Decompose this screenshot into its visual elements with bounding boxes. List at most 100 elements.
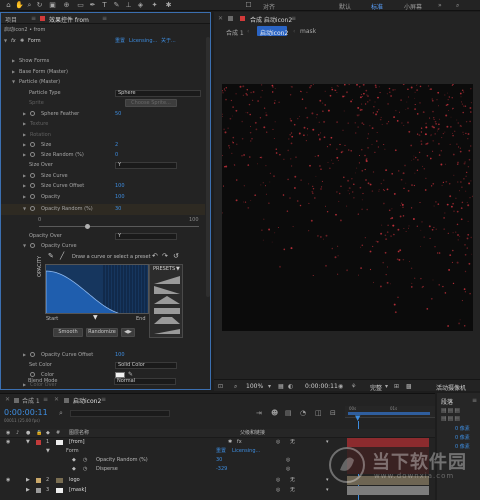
row-opacity-curve[interactable]: ▼ Opacity Curve: [1, 242, 205, 250]
camera-dropdown[interactable]: 活动摄像机: [436, 383, 466, 392]
licensing-link[interactable]: Licensing...: [129, 37, 157, 45]
collapse-triangle-icon[interactable]: ▼: [4, 37, 7, 45]
fx-switch-icon[interactable]: ✱: [228, 438, 232, 447]
parent-value[interactable]: 无: [290, 438, 295, 447]
fx-icon[interactable]: fx: [11, 37, 16, 45]
curve-svg[interactable]: [46, 265, 149, 314]
eye-icon[interactable]: ◉: [6, 438, 10, 447]
tab-effect-controls[interactable]: 效果控件 from: [49, 15, 89, 24]
roi-icon[interactable]: ⊞: [394, 383, 399, 390]
timeline-timecode[interactable]: 0:00:00:11: [4, 408, 48, 417]
rectangle-tool-icon[interactable]: ▭: [76, 1, 85, 10]
blend-mode-dropdown[interactable]: Normal: [114, 378, 176, 385]
timeline-search-input[interactable]: [70, 410, 170, 417]
group-particle-master[interactable]: ▼ Particle (Master): [1, 78, 205, 86]
keyframe-nav-icon[interactable]: ◆: [72, 456, 76, 465]
opacity-random-slider[interactable]: 0 100: [1, 216, 205, 224]
flip-curve-button[interactable]: ◀▶: [121, 328, 135, 337]
layer-color-label[interactable]: [36, 478, 41, 483]
tab-comp1[interactable]: 合成 1: [226, 28, 244, 37]
comp-flowchart-icon[interactable]: ⇥: [256, 409, 262, 417]
composition-viewer[interactable]: [222, 84, 473, 331]
reset-link[interactable]: 重置: [115, 37, 125, 45]
opacity-over-dropdown[interactable]: Y: [115, 233, 177, 240]
layer-bar[interactable]: [347, 486, 429, 495]
rotate-tool-icon[interactable]: ↻: [35, 1, 44, 10]
stopwatch-icon[interactable]: [30, 194, 35, 199]
effect-licensing-link[interactable]: Licensing...: [232, 447, 260, 456]
pan-behind-icon[interactable]: ⊕: [62, 1, 71, 10]
clone-stamp-icon[interactable]: ⊥: [124, 1, 133, 10]
presets-dropdown-icon[interactable]: ▼: [176, 266, 180, 272]
zoom-icon[interactable]: ⌕: [234, 383, 237, 391]
camera-tool-icon[interactable]: ▣: [48, 1, 57, 10]
effect-reset-link[interactable]: 重置: [216, 447, 226, 456]
shy-layers-icon[interactable]: ☻: [271, 409, 278, 417]
group-show-forms[interactable]: ▶ Show Forms: [1, 57, 205, 65]
layer-name[interactable]: [mask]: [69, 486, 86, 495]
pen-tool-icon[interactable]: ✒: [88, 1, 97, 10]
reset-curve-icon[interactable]: ↺: [173, 252, 179, 260]
brush-tool-icon[interactable]: ✎: [112, 1, 121, 10]
workspace-more-icon[interactable]: »: [438, 2, 442, 9]
tab-active-comp[interactable]: 启动icon2: [260, 28, 288, 37]
stopwatch-icon[interactable]: ◷: [83, 456, 87, 465]
stopwatch-icon[interactable]: [30, 111, 35, 116]
keyframe-nav-icon[interactable]: ◆: [72, 465, 76, 474]
undo-icon[interactable]: ↶: [152, 252, 158, 260]
tab-project[interactable]: 项目: [5, 15, 17, 24]
eye-icon[interactable]: ◉: [6, 476, 10, 485]
show-snapshot-icon[interactable]: ⚘: [351, 383, 356, 390]
paragraph-justify-icons[interactable]: ▤▤▤: [441, 415, 461, 422]
close-tab-icon[interactable]: ✕: [54, 396, 59, 403]
workspace-small-screen[interactable]: 小屏幕: [404, 2, 422, 11]
transparency-grid-icon[interactable]: ▩: [406, 383, 412, 390]
pencil-icon[interactable]: ✎: [48, 252, 54, 260]
layer-name[interactable]: [from]: [69, 438, 85, 447]
stopwatch-icon[interactable]: [30, 183, 35, 188]
particle-type-dropdown[interactable]: Sphere: [115, 90, 201, 97]
line-tool-icon[interactable]: ╱: [60, 252, 64, 260]
close-tab-icon[interactable]: ✕: [5, 396, 10, 403]
layer-color-label[interactable]: [36, 488, 41, 493]
parent-dropdown-icon[interactable]: ▾: [326, 486, 329, 495]
timeline-search-icon[interactable]: ⌕: [59, 409, 63, 418]
preset-thumbnail[interactable]: [154, 295, 180, 304]
expand-triangle-icon[interactable]: ▼: [46, 447, 50, 456]
preset-thumbnail[interactable]: [154, 285, 180, 294]
pickwhip-icon[interactable]: ◎: [286, 456, 290, 465]
snapping-checkbox-icon[interactable]: ☐: [244, 1, 253, 10]
timeline-tab-menu-icon[interactable]: ≡: [101, 396, 106, 403]
stopwatch-icon[interactable]: [30, 173, 35, 178]
eraser-tool-icon[interactable]: ◈: [136, 1, 145, 10]
value-opacity-random[interactable]: 30: [115, 205, 121, 213]
zoom-level[interactable]: 100%: [246, 383, 263, 390]
motion-blur-icon[interactable]: ◔: [300, 409, 306, 417]
timeline-tab-menu-icon[interactable]: ≡: [43, 396, 48, 403]
hand-tool-icon[interactable]: ✋: [15, 1, 24, 10]
comp-menu-icon[interactable]: ≡: [291, 15, 296, 22]
choose-sprite-button[interactable]: Choose Sprite...: [125, 99, 177, 107]
randomize-button[interactable]: Randomize: [86, 328, 118, 337]
layer-color-label[interactable]: [36, 440, 41, 445]
snapshot-icon[interactable]: ◉: [338, 383, 343, 390]
stopwatch-icon[interactable]: [30, 243, 35, 248]
smooth-button[interactable]: Smooth: [53, 328, 83, 337]
value-size-random[interactable]: 0: [115, 151, 118, 159]
value-size[interactable]: 2: [115, 141, 118, 149]
pickwhip-icon[interactable]: ◎: [276, 486, 280, 495]
workspace-default[interactable]: 默认: [339, 2, 351, 11]
stopwatch-icon[interactable]: ◷: [83, 465, 87, 474]
preset-thumbnail[interactable]: [154, 315, 180, 324]
parent-value[interactable]: 无: [290, 476, 295, 485]
close-tab-icon[interactable]: ✕: [218, 15, 223, 22]
stopwatch-icon[interactable]: [30, 152, 35, 157]
row-rotation[interactable]: ▶ Rotation: [1, 131, 205, 139]
opacity-curve-graph[interactable]: [45, 264, 149, 314]
resolution-dropdown-icon[interactable]: ▾: [385, 383, 388, 390]
always-preview-icon[interactable]: ⊡: [218, 383, 223, 390]
space-before-value[interactable]: 0 像素: [455, 434, 470, 441]
tab-menu-icon[interactable]: ≡: [102, 15, 107, 22]
timeline-tab-active[interactable]: 启动icon2: [73, 396, 101, 405]
presets-panel[interactable]: PRESETS ▼: [149, 264, 183, 338]
